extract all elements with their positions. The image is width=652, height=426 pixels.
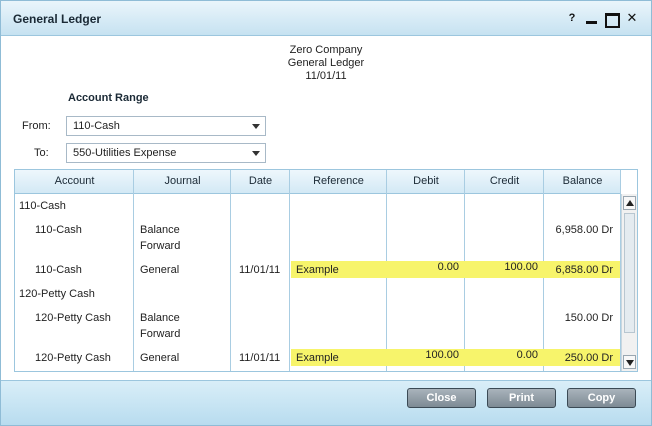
cell-balance: 6,958.00 Dr — [555, 224, 613, 236]
cell-journal: Balance — [140, 224, 180, 236]
cell-journal: Forward — [140, 240, 181, 252]
cell-reference: Example — [296, 264, 339, 276]
minimize-icon[interactable] — [584, 10, 600, 26]
scroll-down-icon[interactable] — [623, 355, 636, 369]
cell-credit: 0.00 — [516, 349, 538, 361]
cell-account: 120-Petty Cash — [35, 312, 111, 324]
maximize-icon[interactable] — [603, 10, 620, 28]
ledger-grid[interactable]: Account Journal Date Reference Debit Cre… — [14, 169, 638, 372]
window-title: General Ledger — [13, 12, 102, 26]
to-label: To: — [34, 147, 49, 159]
report-date: 11/01/11 — [305, 70, 347, 82]
cell-debit: 0.00 — [437, 261, 459, 273]
cell-account: 110-Cash — [19, 200, 66, 212]
column-header-balance[interactable]: Balance — [544, 175, 621, 187]
cell-credit: 100.00 — [504, 261, 538, 273]
company-name: Zero Company — [289, 44, 363, 56]
cell-balance: 6,858.00 Dr — [555, 264, 613, 276]
column-header-debit[interactable]: Debit — [387, 175, 465, 187]
cell-balance: 150.00 Dr — [564, 312, 613, 324]
title-bar[interactable]: General Ledger ? ✕ — [1, 1, 651, 36]
column-header-credit[interactable]: Credit — [465, 175, 544, 187]
cell-date: 11/01/11 — [239, 352, 281, 364]
scroll-up-icon[interactable] — [623, 196, 636, 210]
print-button[interactable]: Print — [487, 388, 556, 408]
cell-journal: General — [140, 264, 180, 276]
column-header-account[interactable]: Account — [15, 175, 134, 187]
cell-date: 11/01/11 — [239, 264, 281, 276]
to-account-select[interactable]: 550-Utilities Expense — [66, 143, 266, 163]
copy-button[interactable]: Copy — [567, 388, 636, 408]
cell-debit: 100.00 — [425, 349, 459, 361]
cell-reference: Example — [296, 352, 339, 364]
help-icon[interactable]: ? — [564, 10, 580, 26]
scroll-thumb[interactable] — [624, 213, 635, 333]
cell-journal: General — [140, 352, 180, 364]
cell-journal: Balance — [140, 312, 180, 324]
report-name: General Ledger — [287, 57, 365, 69]
close-button[interactable]: Close — [407, 388, 476, 408]
column-header-date[interactable]: Date — [231, 175, 290, 187]
button-bar: Close Print Copy — [1, 380, 651, 425]
column-header-journal[interactable]: Journal — [134, 175, 231, 187]
cell-account: 120-Petty Cash — [35, 352, 111, 364]
cell-account: 120-Petty Cash — [19, 288, 95, 300]
cell-account: 110-Cash — [35, 264, 82, 276]
from-account-value: 110-Cash — [73, 120, 120, 132]
vertical-scrollbar[interactable] — [621, 194, 637, 371]
chevron-down-icon[interactable] — [252, 124, 260, 129]
account-range-title: Account Range — [68, 92, 149, 104]
to-account-value: 550-Utilities Expense — [73, 147, 177, 159]
cell-account: 110-Cash — [35, 224, 82, 236]
cell-journal: Forward — [140, 328, 181, 340]
from-account-select[interactable]: 110-Cash — [66, 116, 266, 136]
general-ledger-window: General Ledger ? ✕ Zero Company General … — [0, 0, 652, 426]
close-icon[interactable]: ✕ — [624, 10, 640, 26]
from-label: From: — [22, 120, 51, 132]
chevron-down-icon[interactable] — [252, 151, 260, 156]
cell-balance: 250.00 Dr — [564, 352, 613, 364]
column-header-reference[interactable]: Reference — [290, 175, 387, 187]
